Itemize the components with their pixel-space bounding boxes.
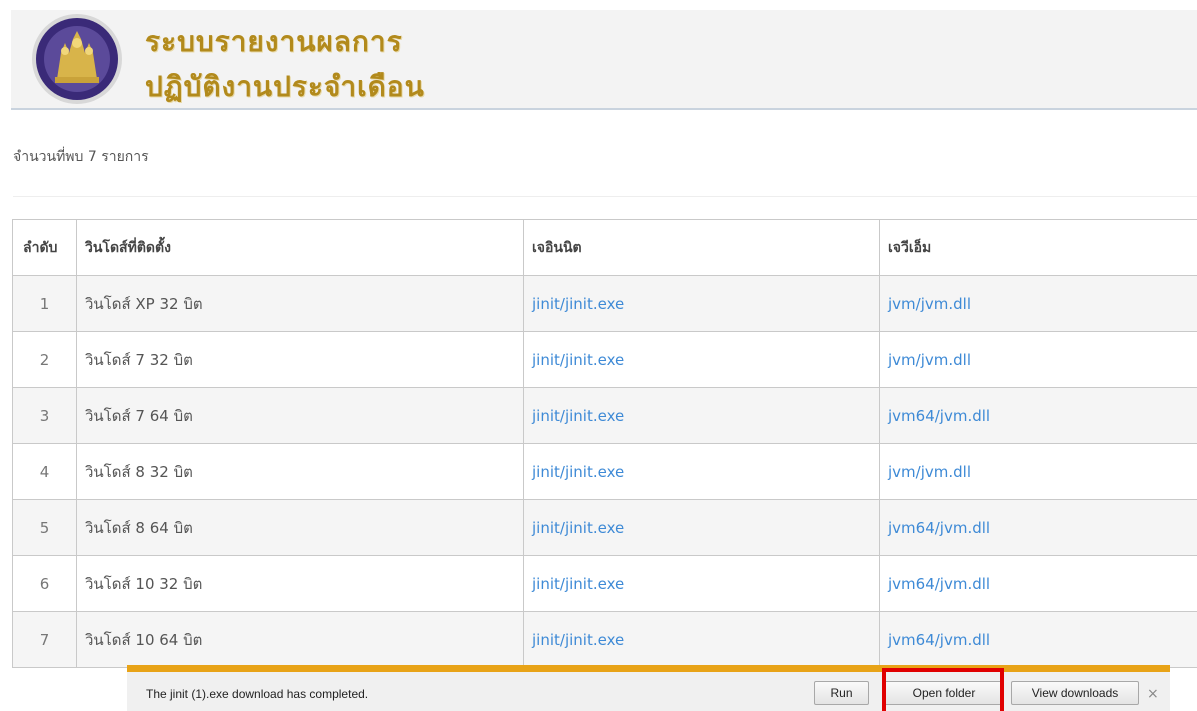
table-row: 2 วินโดส์ 7 32 บิต jinit/jinit.exe jvm/j… [12,331,1197,388]
jinit-link[interactable]: jinit/jinit.exe [532,463,624,481]
table-row: 4 วินโดส์ 8 32 บิต jinit/jinit.exe jvm/j… [12,443,1197,500]
header-no: ลำดับ [12,219,77,276]
site-title-line2: ปฏิบัติงานประจำเดือน [145,70,425,103]
site-title-line1: ระบบรายงานผลการ [145,25,403,58]
jvm-link[interactable]: jvm64/jvm.dll [888,575,990,593]
jinit-link[interactable]: jinit/jinit.exe [532,519,624,537]
jinit-link[interactable]: jinit/jinit.exe [532,575,624,593]
table-row: 7 วินโดส์ 10 64 บิต jinit/jinit.exe jvm6… [12,611,1197,668]
row-os: วินโดส์ 10 64 บิต [76,611,524,668]
jvm-link[interactable]: jvm/jvm.dll [888,463,971,481]
page: ระบบรายงานผลการ ปฏิบัติงานประจำเดือน จำน… [0,0,1197,711]
row-number: 6 [12,555,77,612]
row-number: 2 [12,331,77,388]
header-jinit: เจอินนิต [523,219,880,276]
view-downloads-button[interactable]: View downloads [1011,681,1139,705]
header-windows: วินโดส์ที่ติดตั้ง [76,219,524,276]
emblem-logo-icon [32,14,122,104]
row-number: 1 [12,275,77,332]
site-header: ระบบรายงานผลการ ปฏิบัติงานประจำเดือน [11,10,1197,110]
result-count: จำนวนที่พบ 7 รายการ [13,149,149,165]
jvm-link[interactable]: jvm64/jvm.dll [888,407,990,425]
download-notification-bar: The jinit (1).exe download has completed… [127,665,1170,711]
row-os: วินโดส์ 10 32 บิต [76,555,524,612]
jinit-link[interactable]: jinit/jinit.exe [532,351,624,369]
header-jvm: เจวีเอ็ม [879,219,1197,276]
row-os: วินโดส์ 8 32 บิต [76,443,524,500]
results-table: ลำดับ วินโดส์ที่ติดตั้ง เจอินนิต เจวีเอ็… [12,219,1197,668]
row-os: วินโดส์ 7 64 บิต [76,387,524,444]
table-header-row: ลำดับ วินโดส์ที่ติดตั้ง เจอินนิต เจวีเอ็… [12,219,1197,276]
jvm-link[interactable]: jvm/jvm.dll [888,295,971,313]
row-number: 7 [12,611,77,668]
open-folder-highlight-box [882,668,1004,711]
jinit-link[interactable]: jinit/jinit.exe [532,631,624,649]
table-row: 6 วินโดส์ 10 32 บิต jinit/jinit.exe jvm6… [12,555,1197,612]
row-os: วินโดส์ 8 64 บิต [76,499,524,556]
row-os: วินโดส์ XP 32 บิต [76,275,524,332]
jvm-link[interactable]: jvm64/jvm.dll [888,631,990,649]
row-number: 4 [12,443,77,500]
row-number: 3 [12,387,77,444]
jinit-link[interactable]: jinit/jinit.exe [532,407,624,425]
jinit-link[interactable]: jinit/jinit.exe [532,295,624,313]
table-row: 5 วินโดส์ 8 64 บิต jinit/jinit.exe jvm64… [12,499,1197,556]
jvm-link[interactable]: jvm64/jvm.dll [888,519,990,537]
table-row: 1 วินโดส์ XP 32 บิต jinit/jinit.exe jvm/… [12,275,1197,332]
run-button[interactable]: Run [814,681,869,705]
divider [13,196,1197,197]
table-row: 3 วินโดส์ 7 64 บิต jinit/jinit.exe jvm64… [12,387,1197,444]
close-icon[interactable]: × [1147,686,1159,702]
jvm-link[interactable]: jvm/jvm.dll [888,351,971,369]
row-number: 5 [12,499,77,556]
download-message: The jinit (1).exe download has completed… [146,687,369,701]
row-os: วินโดส์ 7 32 บิต [76,331,524,388]
